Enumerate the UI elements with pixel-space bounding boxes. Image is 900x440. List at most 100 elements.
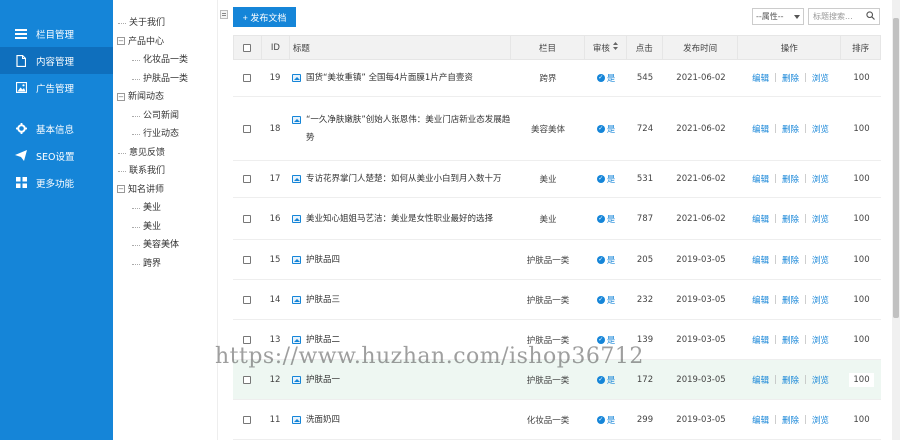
tree-child-node[interactable]: 美业 bbox=[113, 199, 217, 218]
view-link[interactable]: 浏览 bbox=[812, 173, 829, 185]
tree-node[interactable]: − 新闻动态 bbox=[113, 88, 217, 107]
view-link[interactable]: 浏览 bbox=[812, 374, 829, 386]
tree-child-node[interactable]: 行业动态 bbox=[113, 125, 217, 144]
view-link[interactable]: 浏览 bbox=[812, 123, 829, 135]
sort-order-input[interactable]: 100 bbox=[849, 252, 874, 267]
row-checkbox[interactable] bbox=[243, 375, 251, 384]
publish-document-button[interactable]: + 发布文档 bbox=[233, 7, 296, 27]
sidebar-item-seo-settings[interactable]: SEO设置 bbox=[0, 142, 113, 169]
delete-link[interactable]: 删除 bbox=[782, 374, 799, 386]
row-column: 美容美体 bbox=[530, 124, 565, 135]
audit-status[interactable]: ✓ 是 bbox=[596, 254, 615, 266]
sort-order-input[interactable]: 100 bbox=[849, 372, 874, 387]
tree-collapse-icon[interactable]: − bbox=[117, 185, 125, 193]
row-title-link[interactable]: 护肤品一 bbox=[292, 371, 340, 389]
search-icon[interactable] bbox=[866, 11, 875, 22]
sort-order-input[interactable]: 100 bbox=[849, 121, 874, 136]
tree-child-node[interactable]: 公司新闻 bbox=[113, 107, 217, 126]
tree-node-label: 美业 bbox=[143, 221, 162, 232]
audit-status[interactable]: ✓ 是 bbox=[596, 334, 615, 346]
row-title-link[interactable]: “一久净肤嫩肤”创始人张恩伟：美业门店新业态发展趋势 bbox=[292, 111, 511, 147]
tree-collapse-icon[interactable]: − bbox=[117, 37, 125, 45]
vertical-scrollbar[interactable] bbox=[892, 0, 900, 440]
row-checkbox[interactable] bbox=[243, 295, 251, 304]
sidebar-item-more-features[interactable]: 更多功能 bbox=[0, 169, 113, 196]
tree-child-node[interactable]: 美业 bbox=[113, 218, 217, 237]
row-checkbox[interactable] bbox=[243, 255, 251, 264]
audit-status[interactable]: ✓ 是 bbox=[596, 72, 615, 84]
edit-link[interactable]: 编辑 bbox=[752, 294, 769, 306]
view-link[interactable]: 浏览 bbox=[812, 414, 829, 426]
tree-node[interactable]: 联系我们 bbox=[113, 162, 217, 181]
sidebar-item-basic-info[interactable]: 基本信息 bbox=[0, 115, 113, 142]
row-title-link[interactable]: 国货“美妆重镇” 全国每4片面膜1片产自壹资 bbox=[292, 69, 473, 87]
row-checkbox[interactable] bbox=[243, 415, 251, 424]
tree-node[interactable]: 意见反馈 bbox=[113, 144, 217, 163]
tree-node[interactable]: − 知名讲师 bbox=[113, 181, 217, 200]
delete-link[interactable]: 删除 bbox=[782, 414, 799, 426]
delete-link[interactable]: 删除 bbox=[782, 72, 799, 84]
audit-status[interactable]: ✓ 是 bbox=[596, 414, 615, 426]
delete-link[interactable]: 删除 bbox=[782, 213, 799, 225]
delete-link[interactable]: 删除 bbox=[782, 294, 799, 306]
tree-child-node[interactable]: 美容美体 bbox=[113, 236, 217, 255]
scrollbar-thumb[interactable] bbox=[893, 18, 899, 318]
audit-status[interactable]: ✓ 是 bbox=[596, 123, 615, 135]
row-title-link[interactable]: 护肤品三 bbox=[292, 291, 340, 309]
view-link[interactable]: 浏览 bbox=[812, 294, 829, 306]
row-checkbox[interactable] bbox=[243, 175, 251, 183]
edit-link[interactable]: 编辑 bbox=[752, 374, 769, 386]
audit-status-label: 是 bbox=[606, 214, 616, 225]
view-link[interactable]: 浏览 bbox=[812, 334, 829, 346]
tree-child-node[interactable]: 跨界 bbox=[113, 255, 217, 274]
view-link[interactable]: 浏览 bbox=[812, 72, 829, 84]
row-checkbox[interactable] bbox=[243, 74, 251, 82]
sort-order-input[interactable]: 100 bbox=[849, 292, 874, 307]
row-title-link[interactable]: 洗面奶四 bbox=[292, 411, 340, 429]
delete-link[interactable]: 删除 bbox=[782, 123, 799, 135]
edit-link[interactable]: 编辑 bbox=[752, 414, 769, 426]
audit-status[interactable]: ✓ 是 bbox=[596, 374, 615, 386]
delete-link[interactable]: 删除 bbox=[782, 334, 799, 346]
sidebar-item-column-management[interactable]: 栏目管理 bbox=[0, 20, 113, 47]
select-all-checkbox[interactable] bbox=[243, 43, 252, 52]
tree-node[interactable]: 关于我们 bbox=[113, 14, 217, 33]
sort-order-input[interactable]: 100 bbox=[849, 332, 874, 347]
tree-node[interactable]: − 产品中心 bbox=[113, 33, 217, 52]
sort-order-input[interactable]: 100 bbox=[849, 412, 874, 427]
column-header-audit[interactable]: 审核 bbox=[585, 36, 627, 59]
edit-link[interactable]: 编辑 bbox=[752, 173, 769, 185]
sidebar-item-ad-management[interactable]: 广告管理 bbox=[0, 74, 113, 101]
edit-link[interactable]: 编辑 bbox=[752, 334, 769, 346]
title-search-input[interactable]: 标题搜索... bbox=[808, 8, 880, 25]
row-title-link[interactable]: 护肤品四 bbox=[292, 251, 340, 269]
view-link[interactable]: 浏览 bbox=[812, 213, 829, 225]
collapse-tree-toggle[interactable] bbox=[220, 10, 228, 19]
tree-child-node[interactable]: 护肤品一类 bbox=[113, 70, 217, 89]
row-title-link[interactable]: 护肤品二 bbox=[292, 331, 340, 349]
audit-status[interactable]: ✓ 是 bbox=[596, 213, 616, 225]
delete-link[interactable]: 删除 bbox=[782, 173, 799, 185]
row-checkbox[interactable] bbox=[243, 124, 251, 133]
audit-status[interactable]: ✓ 是 bbox=[596, 173, 615, 185]
audit-status[interactable]: ✓ 是 bbox=[596, 294, 615, 306]
sort-icon[interactable] bbox=[612, 42, 618, 53]
row-title-link[interactable]: 美业知心姐姐马艺洁：美业是女性职业最好的选择 bbox=[292, 210, 493, 228]
view-link[interactable]: 浏览 bbox=[812, 254, 829, 266]
edit-link[interactable]: 编辑 bbox=[752, 254, 769, 266]
attribute-select[interactable]: --属性-- bbox=[752, 8, 804, 25]
edit-link[interactable]: 编辑 bbox=[752, 213, 769, 225]
tree-child-node[interactable]: 化妆品一类 bbox=[113, 51, 217, 70]
edit-link[interactable]: 编辑 bbox=[752, 72, 769, 84]
row-title-link[interactable]: 专访花界掌门人楚楚：如何从美业小白到月入数十万 bbox=[292, 170, 502, 188]
edit-link[interactable]: 编辑 bbox=[752, 123, 769, 135]
sort-order-input[interactable]: 100 bbox=[849, 172, 874, 186]
row-checkbox[interactable] bbox=[243, 335, 251, 344]
sort-order-input[interactable]: 100 bbox=[849, 71, 874, 85]
image-icon bbox=[292, 115, 301, 124]
tree-collapse-icon[interactable]: − bbox=[117, 92, 125, 101]
row-checkbox[interactable] bbox=[243, 214, 251, 223]
sort-order-input[interactable]: 100 bbox=[849, 211, 874, 226]
sidebar-item-content-management[interactable]: 内容管理 bbox=[0, 47, 113, 74]
delete-link[interactable]: 删除 bbox=[782, 254, 799, 266]
